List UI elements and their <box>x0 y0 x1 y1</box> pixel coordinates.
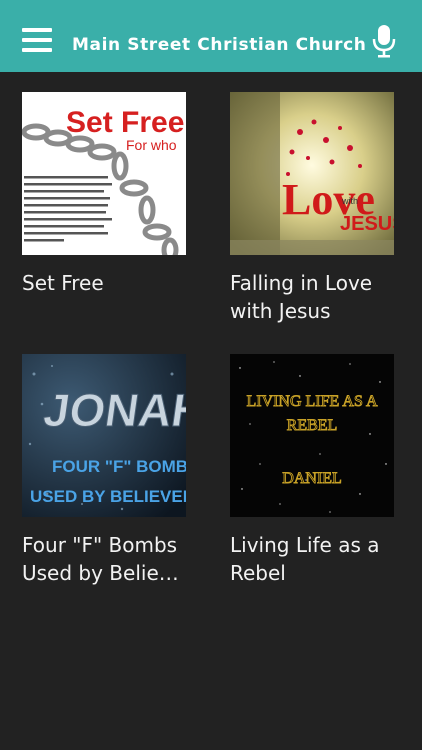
sermon-card-living-life-rebel[interactable]: LIVING LIFE AS A REBEL DANIEL Living Lif… <box>230 354 394 587</box>
sermon-title[interactable]: Living Life as a Rebel <box>230 531 410 587</box>
sermon-card-set-free[interactable]: Set Free For who Set Free <box>22 92 186 297</box>
svg-text:REBEL: REBEL <box>287 417 338 434</box>
svg-text:with: with <box>341 196 358 206</box>
sermon-title[interactable]: Falling in Love with Jesus <box>230 269 410 325</box>
sermon-thumbnail[interactable]: JONAH FOUR "F" BOMBS USED BY BELIEVERS <box>22 354 186 517</box>
svg-text:JONAH: JONAH <box>40 384 186 436</box>
hamburger-menu-icon <box>22 28 52 32</box>
sermon-title[interactable]: Set Free <box>22 269 202 297</box>
sermon-title[interactable]: Four "F" Bombs Used by Belie… <box>22 531 202 587</box>
svg-text:JESUS: JESUS <box>340 213 394 235</box>
svg-text:USED BY BELIEVERS: USED BY BELIEVERS <box>30 487 186 506</box>
svg-text:Set Free: Set Free <box>66 106 184 139</box>
sermon-card-four-f-bombs[interactable]: JONAH FOUR "F" BOMBS USED BY BELIEVERS F… <box>22 354 186 587</box>
svg-text:DANIEL: DANIEL <box>282 470 342 487</box>
svg-text:LIVING LIFE AS A: LIVING LIFE AS A <box>246 393 378 410</box>
svg-text:For who: For who <box>126 137 177 153</box>
sermon-thumbnail[interactable]: Love with JESUS <box>230 92 394 255</box>
menu-button[interactable] <box>22 28 52 52</box>
microphone-icon[interactable] <box>372 24 396 58</box>
sermon-thumbnail[interactable]: LIVING LIFE AS A REBEL DANIEL <box>230 354 394 517</box>
sermon-thumbnail[interactable]: Set Free For who <box>22 92 186 255</box>
app-header: Main Street Christian Church <box>0 0 422 72</box>
app-title: Main Street Christian Church <box>72 35 367 55</box>
sermon-card-falling-in-love[interactable]: Love with JESUS Falling in Love with Jes… <box>230 92 394 325</box>
svg-text:FOUR "F" BOMBS: FOUR "F" BOMBS <box>52 457 186 476</box>
